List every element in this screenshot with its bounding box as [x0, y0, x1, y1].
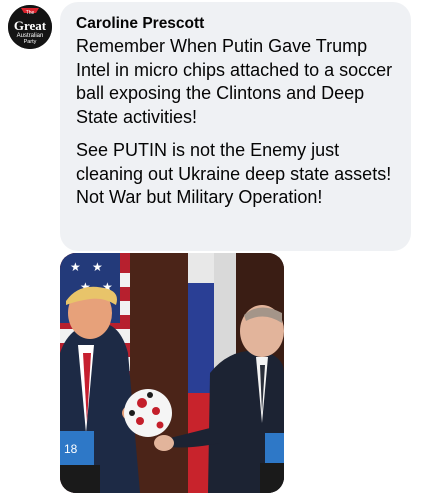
- comment-paragraph-2: See PUTIN is not the Enemy just cleaning…: [76, 140, 392, 207]
- profile-avatar[interactable]: The Great Australian Party: [8, 5, 52, 49]
- comment-paragraph-1: Remember When Putin Gave Trump Intel in …: [76, 36, 393, 127]
- attached-photo[interactable]: ★ ★ ★ ★ ★ ★: [60, 253, 284, 493]
- svg-text:★: ★: [92, 260, 103, 274]
- podium-text: 18: [64, 442, 78, 456]
- svg-text:Great: Great: [14, 18, 47, 33]
- svg-text:Party: Party: [24, 39, 37, 45]
- svg-text:The: The: [26, 10, 35, 16]
- soccer-ball-icon: [124, 389, 172, 437]
- comment-author[interactable]: Caroline Prescott: [76, 14, 395, 34]
- comment-bubble: Caroline Prescott Remember When Putin Ga…: [60, 2, 411, 251]
- great-australian-party-logo-icon: The Great Australian Party: [8, 5, 52, 49]
- podium-left: 18: [60, 431, 100, 493]
- svg-text:★: ★: [70, 260, 81, 274]
